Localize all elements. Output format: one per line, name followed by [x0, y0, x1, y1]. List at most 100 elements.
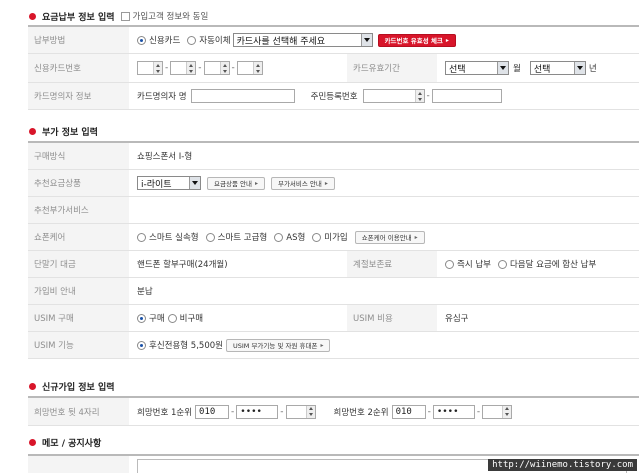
radio-showcare-smart-basic[interactable]: 스마트 실속형	[137, 231, 199, 243]
radio-showcare-none-label: 미가입	[324, 233, 348, 243]
watermark: http://wiinemo.tistory.com	[488, 459, 637, 471]
radio-usim-func[interactable]: 후신전용형 5,500원	[137, 339, 223, 351]
spinner-icon[interactable]	[305, 405, 315, 418]
wish-second-dash-1: -	[427, 406, 431, 417]
radio-credit-card[interactable]: 신용카드	[137, 34, 180, 46]
radio-usim-nobuy-dot[interactable]	[167, 313, 177, 323]
row-card-holder: 카드명의자 정보 카드명의자 명 주민등록번호 -	[28, 83, 639, 110]
showcare-label: 쇼폰케어	[28, 224, 129, 250]
wish-first-dash-2: -	[280, 406, 284, 417]
chevron-right-icon: ▸	[254, 179, 258, 187]
row-usim-func: USIM 기능 후신전용형 5,500원 USIM 부가기능 및 자원 휴대폰 ▸	[28, 332, 639, 359]
radio-showcare-as-label: AS형	[286, 233, 306, 243]
showcare-guide-button[interactable]: 쇼폰케어 이용안내 ▸	[354, 230, 425, 244]
spinner-icon[interactable]	[153, 62, 162, 74]
radio-credit-card-label: 신용카드	[149, 36, 181, 46]
usim-func-label: USIM 기능	[28, 332, 129, 358]
expiry-month-value: 선택	[449, 64, 466, 75]
discontinue-cell: 즉시 납부 다음달 요금에 합산 납부	[437, 251, 603, 277]
card-expiry-cell: 선택 월 선택 년	[437, 54, 597, 82]
radio-usim-buy-dot[interactable]	[137, 313, 146, 323]
radio-credit-card-dot[interactable]	[137, 35, 146, 45]
chevron-down-icon	[573, 62, 585, 74]
usim-fee-cell: 유심구	[437, 305, 468, 331]
usim-func-button-label: USIM 부가기능 및 자원 휴대폰	[232, 342, 318, 350]
card-validity-check-button[interactable]: 카드번호 유효성 체크 ▸	[377, 33, 456, 47]
radio-pay-now-dot[interactable]	[445, 259, 454, 269]
section-extra-header: 부가 정보 입력	[0, 123, 640, 139]
wish-second-masked[interactable]: ••••	[432, 404, 475, 419]
same-as-subscriber-checkbox[interactable]	[120, 11, 130, 21]
section-memo-title: 메모 / 공지사항	[42, 438, 102, 449]
resident-no-front-input[interactable]	[362, 89, 425, 103]
purchase-cell: 쇼핑스폰서 I-형	[129, 143, 192, 169]
radio-usim-nobuy[interactable]: 비구매	[167, 312, 203, 324]
radio-showcare-none-dot[interactable]	[312, 232, 322, 242]
radio-pay-now[interactable]: 즉시 납부	[445, 258, 491, 270]
radio-showcare-smart-premium-dot[interactable]	[205, 232, 215, 242]
card-validity-check-label: 카드번호 유효성 체크	[384, 37, 443, 45]
wish-second-label: 희망번호 2순위	[333, 407, 389, 418]
row-addon: 추천부가서비스	[28, 197, 639, 224]
wish-first-last4[interactable]	[285, 404, 316, 419]
spinner-icon[interactable]	[502, 405, 512, 418]
addon-info-label: 부가서비스 안내	[277, 180, 322, 188]
spinner-icon[interactable]	[186, 62, 196, 74]
plan-info-label: 요금상품 안내	[214, 180, 252, 188]
wish-number-cell: 희망번호 1순위 010 - •••• - 희망번호 2순위 010 - •••…	[129, 398, 513, 425]
plan-info-button[interactable]: 요금상품 안내 ▸	[207, 176, 265, 190]
wish-second-prefix[interactable]: 010	[391, 404, 426, 419]
card-number-part-1[interactable]	[137, 61, 163, 75]
row-payment-method: 납부방법 신용카드 자동이체 카드사를 선택해 주세요 카드번호 유효성 체크 …	[28, 27, 639, 54]
wish-first-masked[interactable]: ••••	[236, 404, 279, 419]
row-card-number: 신용카드번호 - - - 카드유효기간 선택 월 선택 년	[28, 54, 639, 83]
installment-cell: 핸드폰 할부구매(24개월)	[129, 251, 347, 277]
radio-usim-func-dot[interactable]	[137, 340, 146, 350]
wish-second-dash-2: -	[476, 406, 481, 417]
newline-table: 희망번호 뒷 4자리 희망번호 1순위 010 - •••• - 희망번호 2순…	[28, 396, 639, 426]
resident-no-back-input[interactable]	[431, 89, 502, 103]
card-number-part-4[interactable]	[236, 61, 263, 75]
radio-pay-next-month-dot[interactable]	[497, 259, 507, 269]
spinner-icon[interactable]	[252, 62, 262, 74]
radio-showcare-smart-premium-label: 스마트 고급형	[217, 233, 268, 243]
row-plan: 추천요금상품 i-라이트 요금상품 안내 ▸ 부가서비스 안내 ▸	[28, 170, 639, 197]
radio-pay-next-month-label: 다음달 요금에 합산 납부	[509, 260, 597, 270]
join-guide-value: 분납	[137, 287, 153, 297]
payment-method-cell: 신용카드 자동이체 카드사를 선택해 주세요 카드번호 유효성 체크 ▸	[129, 27, 456, 53]
usim-func-cell: 후신전용형 5,500원 USIM 부가기능 및 자원 휴대폰 ▸	[129, 332, 331, 358]
bullet-icon	[29, 127, 36, 135]
usim-func-button[interactable]: USIM 부가기능 및 자원 휴대폰 ▸	[225, 338, 331, 352]
radio-showcare-smart-premium[interactable]: 스마트 고급형	[205, 231, 268, 243]
radio-auto-transfer-dot[interactable]	[187, 35, 197, 45]
addon-cell	[129, 197, 137, 223]
radio-showcare-as[interactable]: AS형	[274, 231, 305, 243]
spinner-icon[interactable]	[414, 90, 424, 102]
radio-showcare-none[interactable]: 미가입	[312, 231, 348, 243]
section-billing-header: 요금납부 정보 입력 가입고객 정보와 동일	[0, 8, 640, 24]
wish-second-last4[interactable]	[482, 404, 513, 419]
discontinue-label: 계절보존료	[347, 251, 437, 277]
usim-buy-label: USIM 구매	[28, 305, 129, 331]
bullet-icon	[29, 12, 36, 20]
radio-usim-buy[interactable]: 구매	[137, 312, 165, 324]
addon-info-button[interactable]: 부가서비스 안내 ▸	[270, 176, 335, 190]
card-company-select[interactable]: 카드사를 선택해 주세요	[232, 33, 373, 47]
purchase-value: 쇼핑스폰서 I-형	[137, 152, 193, 162]
plan-select[interactable]: i-라이트	[137, 176, 201, 190]
holder-name-input[interactable]	[190, 89, 295, 103]
plan-label: 추천요금상품	[28, 170, 129, 196]
section-extra-title: 부가 정보 입력	[42, 127, 98, 138]
expiry-year-select[interactable]: 선택	[529, 61, 586, 75]
wish-first-prefix[interactable]: 010	[195, 404, 230, 419]
expiry-month-select[interactable]: 선택	[445, 61, 509, 75]
bullet-icon	[29, 382, 36, 390]
radio-showcare-smart-basic-dot[interactable]	[137, 232, 146, 242]
card-number-part-2[interactable]	[170, 61, 197, 75]
radio-auto-transfer[interactable]: 자동이체	[187, 34, 231, 46]
spinner-icon[interactable]	[219, 62, 229, 74]
radio-pay-next-month[interactable]: 다음달 요금에 합산 납부	[497, 258, 597, 270]
card-number-part-3[interactable]	[203, 61, 230, 75]
radio-pay-now-label: 즉시 납부	[457, 260, 491, 270]
radio-showcare-as-dot[interactable]	[274, 232, 284, 242]
